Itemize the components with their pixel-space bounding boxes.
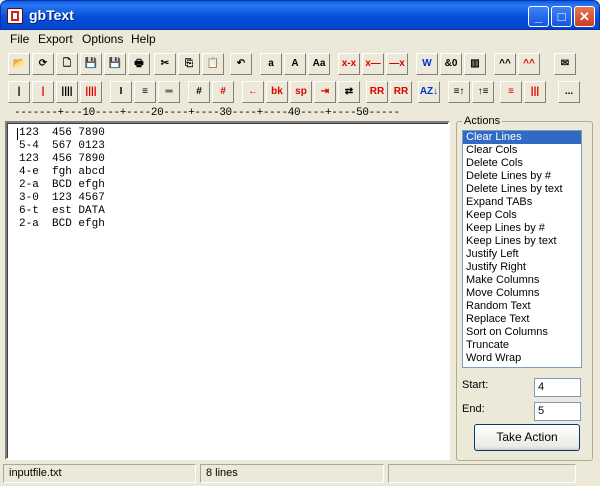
status-line-count: 8 lines bbox=[200, 464, 384, 483]
menu-options[interactable]: Options bbox=[82, 32, 123, 46]
toolbar-button-20[interactable]: ^^ bbox=[518, 53, 540, 75]
refresh-icon[interactable]: ⟳ bbox=[32, 53, 54, 75]
action-item[interactable]: Delete Lines by # bbox=[463, 170, 581, 183]
action-item[interactable]: Sort on Columns bbox=[463, 326, 581, 339]
actions-label: Actions bbox=[462, 115, 503, 127]
toolbar-button-10[interactable]: a bbox=[260, 53, 282, 75]
column-ruler: -------+---10----+----20----+----30----+… bbox=[14, 107, 400, 119]
action-item[interactable]: Clear Lines bbox=[463, 131, 581, 144]
toolbar-button-10[interactable]: bk bbox=[266, 81, 288, 103]
start-input[interactable]: 4 bbox=[534, 378, 581, 397]
toolbar-button-15[interactable]: RR bbox=[390, 81, 412, 103]
action-item[interactable]: Truncate bbox=[463, 339, 581, 352]
action-item[interactable]: Delete Lines by text bbox=[463, 183, 581, 196]
action-item[interactable]: Justify Right bbox=[463, 261, 581, 274]
status-bar: inputfile.txt 8 lines bbox=[1, 463, 599, 485]
status-empty bbox=[388, 464, 576, 483]
toolbar-button-8[interactable]: # bbox=[212, 81, 234, 103]
columns-icon[interactable]: ▥ bbox=[464, 53, 486, 75]
menu-export[interactable]: Export bbox=[38, 32, 73, 46]
end-input[interactable]: 5 bbox=[534, 402, 581, 421]
close-button[interactable]: ✕ bbox=[574, 6, 595, 27]
action-item[interactable]: Make Columns bbox=[463, 274, 581, 287]
toolbar-button-12[interactable]: Aa bbox=[308, 53, 330, 75]
toolbar-button-4[interactable]: I bbox=[110, 81, 132, 103]
toolbar-button-14[interactable]: RR bbox=[366, 81, 388, 103]
end-label: End: bbox=[462, 403, 485, 415]
action-item[interactable]: Keep Lines by text bbox=[463, 235, 581, 248]
toolbar-button-13[interactable]: x-x bbox=[338, 53, 360, 75]
toolbar-button-9[interactable]: ← bbox=[242, 81, 264, 103]
copy-icon[interactable]: ⎘ bbox=[178, 53, 200, 75]
toolbar-button-11[interactable]: A bbox=[284, 53, 306, 75]
title-bar: gbText _ □ ✕ bbox=[0, 0, 600, 30]
text-editor[interactable]: 123 456 7890 5-4 567 0123 123 456 7890 4… bbox=[5, 121, 450, 460]
action-item[interactable]: Word Wrap bbox=[463, 352, 581, 365]
toolbar-button-14[interactable]: x— bbox=[362, 53, 384, 75]
mail-icon[interactable]: ✉ bbox=[554, 53, 576, 75]
toolbar-button-17[interactable]: &0 bbox=[440, 53, 462, 75]
toolbar-button-19[interactable]: ^^ bbox=[494, 53, 516, 75]
editor-lines: 123 456 7890 5-4 567 0123 123 456 7890 4… bbox=[19, 127, 105, 230]
toolbar-button-16[interactable]: AZ↓ bbox=[418, 81, 440, 103]
save-as-icon[interactable]: 💾 bbox=[104, 53, 126, 75]
paste-icon[interactable]: 📋 bbox=[202, 53, 224, 75]
toolbar-button-3[interactable]: |||| bbox=[80, 81, 102, 103]
toolbar-button-13[interactable]: ⇄ bbox=[338, 81, 360, 103]
app-icon bbox=[7, 8, 23, 24]
toolbar-button-1[interactable]: | bbox=[32, 81, 54, 103]
window-title: gbText bbox=[29, 7, 74, 23]
cut-icon[interactable]: ✂ bbox=[154, 53, 176, 75]
toolbar-button-7[interactable]: # bbox=[188, 81, 210, 103]
toolbar-button-21[interactable]: ... bbox=[558, 81, 580, 103]
maximize-button[interactable]: □ bbox=[551, 6, 572, 27]
undo-icon[interactable]: ↶ bbox=[230, 53, 252, 75]
take-action-button[interactable]: Take Action bbox=[474, 424, 580, 451]
menu-bar: File Export Options Help bbox=[1, 30, 599, 49]
action-item[interactable]: Justify Left bbox=[463, 248, 581, 261]
action-item[interactable]: Keep Lines by # bbox=[463, 222, 581, 235]
toolbar-button-15[interactable]: —x bbox=[386, 53, 408, 75]
toolbar-button-5[interactable]: ≡ bbox=[134, 81, 156, 103]
toolbar-button-2[interactable]: |||| bbox=[56, 81, 78, 103]
toolbar-button-19[interactable]: ≡ bbox=[500, 81, 522, 103]
actions-list[interactable]: Clear Lines Clear Cols Delete Cols Delete L… bbox=[462, 130, 582, 368]
open-folder-icon[interactable]: 📂 bbox=[8, 53, 30, 75]
minimize-button[interactable]: _ bbox=[528, 6, 549, 27]
toolbar-button-20[interactable]: ||| bbox=[524, 81, 546, 103]
action-item[interactable]: Random Text bbox=[463, 300, 581, 313]
toolbar-button-11[interactable]: sp bbox=[290, 81, 312, 103]
action-item[interactable]: Keep Cols bbox=[463, 209, 581, 222]
start-label: Start: bbox=[462, 379, 489, 391]
toolbar-button-12[interactable]: ⇥ bbox=[314, 81, 336, 103]
print-icon[interactable]: 🖶 bbox=[128, 53, 150, 75]
toolbar-button-18[interactable]: ↑≡ bbox=[472, 81, 494, 103]
status-filename: inputfile.txt bbox=[3, 464, 196, 483]
new-file-icon[interactable]: 🗋 bbox=[56, 53, 78, 75]
toolbar-button-17[interactable]: ≡↑ bbox=[448, 81, 470, 103]
action-item[interactable]: Delete Cols bbox=[463, 157, 581, 170]
action-item[interactable]: Move Columns bbox=[463, 287, 581, 300]
save-icon[interactable]: 💾 bbox=[80, 53, 102, 75]
menu-file[interactable]: File bbox=[10, 32, 29, 46]
menu-help[interactable]: Help bbox=[131, 32, 156, 46]
action-item[interactable]: Expand TABs bbox=[463, 196, 581, 209]
toolbar-button-6[interactable]: ═ bbox=[158, 81, 180, 103]
action-item[interactable]: Clear Cols bbox=[463, 144, 581, 157]
action-item[interactable]: Replace Text bbox=[463, 313, 581, 326]
toolbar-button-0[interactable]: | bbox=[8, 81, 30, 103]
text-caret bbox=[17, 128, 18, 140]
toolbar-button-16[interactable]: W bbox=[416, 53, 438, 75]
